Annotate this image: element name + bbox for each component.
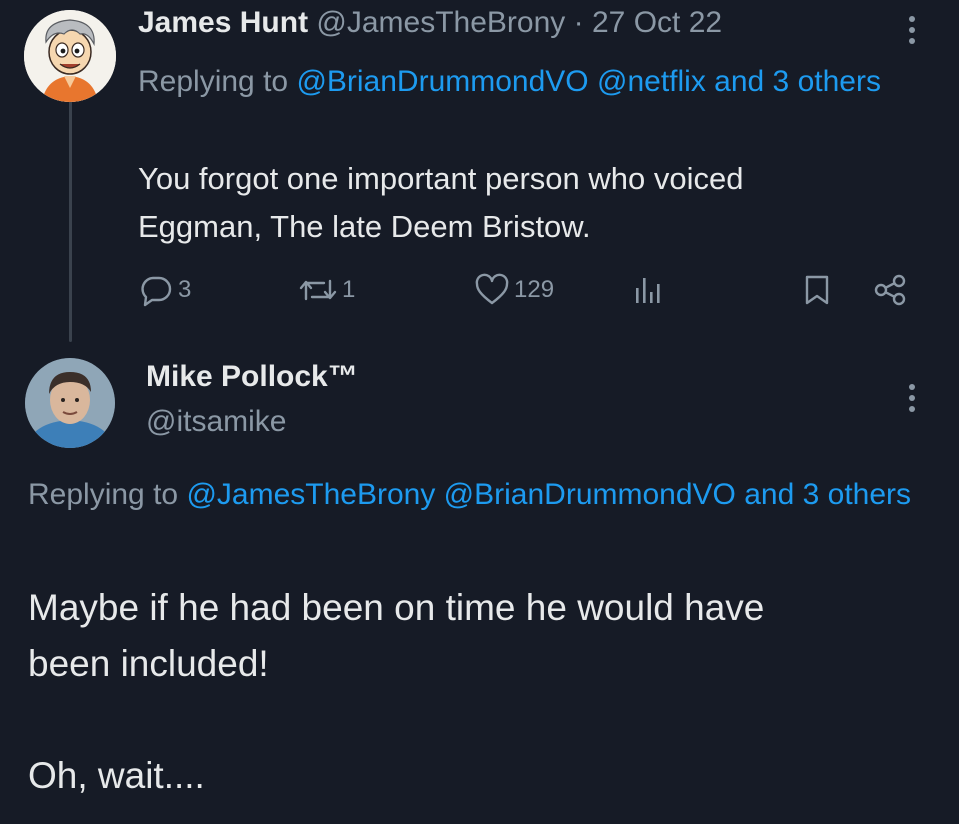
tweet2-replying-to: Replying to @JamesTheBrony @BrianDrummon… <box>28 470 958 520</box>
tweet2-body-line: Oh, wait.... <box>28 755 205 796</box>
more-vertical-icon <box>909 16 915 44</box>
thread-connector-line <box>69 100 72 342</box>
james-hunt-avatar[interactable] <box>24 10 116 102</box>
bookmark-icon <box>805 275 829 305</box>
tweet1-mention-briandrummondvo[interactable]: @BrianDrummondVO <box>296 65 588 98</box>
repost-count: 1 <box>342 276 356 303</box>
cartoon-avatar-icon <box>24 10 116 102</box>
repost-icon <box>299 279 337 301</box>
tweet1-action-bar: 3 1 129 <box>138 270 928 310</box>
share-icon <box>874 274 906 306</box>
like-button[interactable]: 129 <box>474 270 554 310</box>
reply-bubble-icon <box>141 276 172 307</box>
tweet2-more-button[interactable] <box>900 378 924 418</box>
views-chart-icon <box>636 278 660 303</box>
tweet2-body-line: Maybe if he had been on time he would ha… <box>28 587 765 628</box>
tweet2-display-name[interactable]: Mike Pollock™ <box>146 360 358 394</box>
like-count: 129 <box>514 276 555 303</box>
more-vertical-icon <box>909 384 915 412</box>
tweet1-mention-netflix[interactable]: @netflix <box>597 65 706 98</box>
tweet2-body-line: been included! <box>28 643 269 684</box>
reply-count: 3 <box>178 276 192 303</box>
tweet1-more-button[interactable] <box>900 10 924 50</box>
share-button[interactable] <box>872 270 908 310</box>
tweet2-mention-jamesthebrony[interactable]: @JamesTheBrony <box>186 478 435 511</box>
tweet1-replying-to: Replying to @BrianDrummondVO @netflix an… <box>138 57 938 107</box>
tweet2-handle[interactable]: @itsamike <box>146 405 286 439</box>
views-button[interactable] <box>632 270 666 310</box>
heart-icon <box>475 273 509 305</box>
tweet1-mention-others[interactable]: and 3 others <box>714 65 881 98</box>
tweet1-display-name[interactable]: James Hunt <box>138 6 308 39</box>
tweet2-mention-briandrummondvo[interactable]: @BrianDrummondVO <box>444 478 736 511</box>
repost-button[interactable]: 1 <box>298 270 355 310</box>
tweet2-body: Maybe if he had been on time he would ha… <box>28 580 928 804</box>
photo-avatar-icon <box>25 358 115 448</box>
mike-pollock-avatar[interactable] <box>25 358 115 448</box>
tweet1-body-line: Eggman, The late Deem Bristow. <box>138 209 591 244</box>
reply-button[interactable]: 3 <box>138 270 191 310</box>
tweet1-handle[interactable]: @JamesTheBrony <box>316 6 565 39</box>
bookmark-button[interactable] <box>802 270 832 310</box>
tweet2-mention-others[interactable]: and 3 others <box>744 478 911 511</box>
tweet2-replying-prefix: Replying to <box>28 478 179 511</box>
tweet1-separator: · <box>573 6 584 39</box>
tweet1-body: You forgot one important person who voic… <box>138 155 918 251</box>
tweet1-date[interactable]: 27 Oct 22 <box>592 6 722 39</box>
tweet1-header: James Hunt @JamesTheBrony · 27 Oct 22 <box>138 6 722 40</box>
tweet1-body-line: You forgot one important person who voic… <box>138 161 744 196</box>
tweet1-replying-prefix: Replying to <box>138 65 289 98</box>
